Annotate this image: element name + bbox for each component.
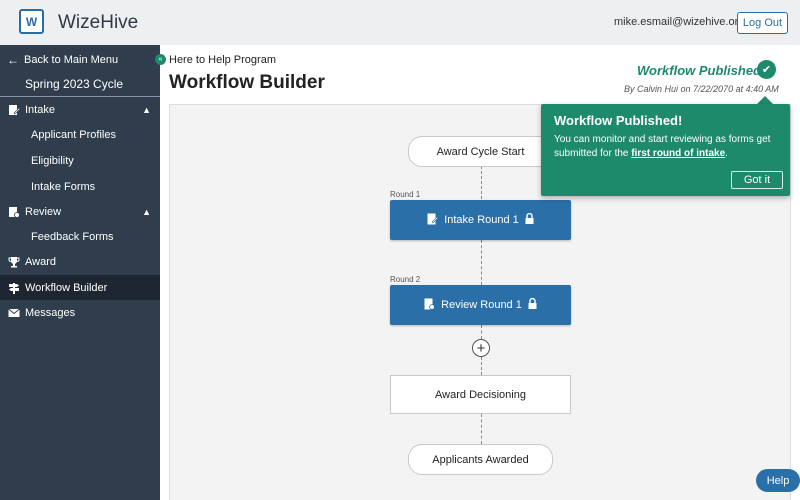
chevron-up-icon: ▲: [142, 207, 151, 217]
first-round-of-intake-link[interactable]: first round of intake: [631, 148, 725, 159]
sidebar-item-feedback-forms[interactable]: Feedback Forms: [0, 225, 160, 249]
toast-body: You can monitor and start reviewing as f…: [554, 133, 784, 161]
toast-title: Workflow Published!: [554, 113, 683, 128]
logo-letter: W: [25, 14, 38, 29]
step-label: Intake Round 1: [444, 214, 519, 226]
review-form-icon: [7, 206, 20, 218]
collapse-sidebar-icon[interactable]: «: [155, 54, 166, 65]
connector-line: [481, 325, 482, 339]
form-edit-icon: [7, 104, 20, 116]
sidebar-item-label: Messages: [25, 307, 76, 319]
logout-button[interactable]: Log Out: [737, 12, 788, 34]
sidebar-item-workflow-builder[interactable]: Workflow Builder: [0, 275, 160, 300]
round-2-label: Round 2: [390, 275, 421, 284]
award-cycle-start-node[interactable]: Award Cycle Start: [408, 136, 553, 167]
envelope-icon: [7, 307, 20, 319]
arrow-left-icon: ←: [7, 53, 19, 67]
top-header: W WizeHive mike.esmail@wizehive.org Log …: [0, 0, 800, 45]
publish-byline: By Calvin Hui on 7/22/2070 at 4:40 AM: [624, 84, 779, 94]
review-round-1-step[interactable]: Review Round 1: [390, 285, 571, 325]
back-to-main-menu[interactable]: ← Back to Main Menu: [0, 48, 160, 72]
sidebar-item-label: Intake: [25, 104, 55, 116]
sidebar-item-applicant-profiles[interactable]: Applicant Profiles: [0, 123, 160, 147]
sidebar-item-eligibility[interactable]: Eligibility: [0, 149, 160, 173]
user-email: mike.esmail@wizehive.org: [614, 16, 745, 28]
sidebar: ← Back to Main Menu Spring 2023 Cycle In…: [0, 45, 160, 500]
sidebar-cycle[interactable]: Spring 2023 Cycle: [0, 72, 160, 97]
add-step-button[interactable]: +: [472, 339, 490, 357]
sidebar-item-intake[interactable]: Intake ▲: [0, 98, 160, 122]
chevron-up-icon: ▲: [142, 105, 151, 115]
wizehive-logo[interactable]: W: [19, 9, 44, 34]
trophy-icon: [7, 256, 20, 268]
help-button[interactable]: Help: [756, 469, 800, 492]
sidebar-item-label: Workflow Builder: [25, 281, 108, 294]
page-title: Workflow Builder: [169, 72, 325, 93]
breadcrumb[interactable]: Here to Help Program: [169, 54, 276, 66]
connector-line: [481, 357, 482, 375]
round-1-label: Round 1: [390, 190, 421, 199]
toast-body-suffix: .: [725, 148, 728, 159]
sidebar-item-intake-forms[interactable]: Intake Forms: [0, 175, 160, 199]
form-edit-icon: [427, 213, 439, 228]
sidebar-item-label: Review: [25, 206, 62, 218]
connector-line: [481, 240, 482, 285]
sidebar-item-label: Award: [25, 256, 56, 268]
award-decisioning-step[interactable]: Award Decisioning: [390, 375, 571, 414]
intake-round-1-step[interactable]: Intake Round 1: [390, 200, 571, 240]
sidebar-item-review[interactable]: Review ▲: [0, 200, 160, 224]
back-label: Back to Main Menu: [24, 54, 119, 66]
review-form-icon: [424, 298, 435, 313]
lock-icon: [525, 212, 534, 227]
signpost-icon: [7, 282, 20, 294]
sidebar-item-messages[interactable]: Messages: [0, 301, 160, 325]
connector-line: [481, 166, 482, 199]
workflow-published-toast: Workflow Published! You can monitor and …: [541, 104, 790, 196]
sidebar-item-award[interactable]: Award: [0, 250, 160, 274]
check-circle-icon: ✔: [757, 60, 776, 79]
lock-icon: [528, 297, 537, 312]
brand-name: WizeHive: [58, 12, 139, 33]
connector-line: [481, 414, 482, 444]
got-it-button[interactable]: Got it: [731, 171, 783, 189]
applicants-awarded-node[interactable]: Applicants Awarded: [408, 444, 553, 475]
step-label: Review Round 1: [441, 299, 522, 311]
toast-pointer: [757, 96, 773, 104]
publish-status: Workflow Published: [637, 63, 761, 78]
